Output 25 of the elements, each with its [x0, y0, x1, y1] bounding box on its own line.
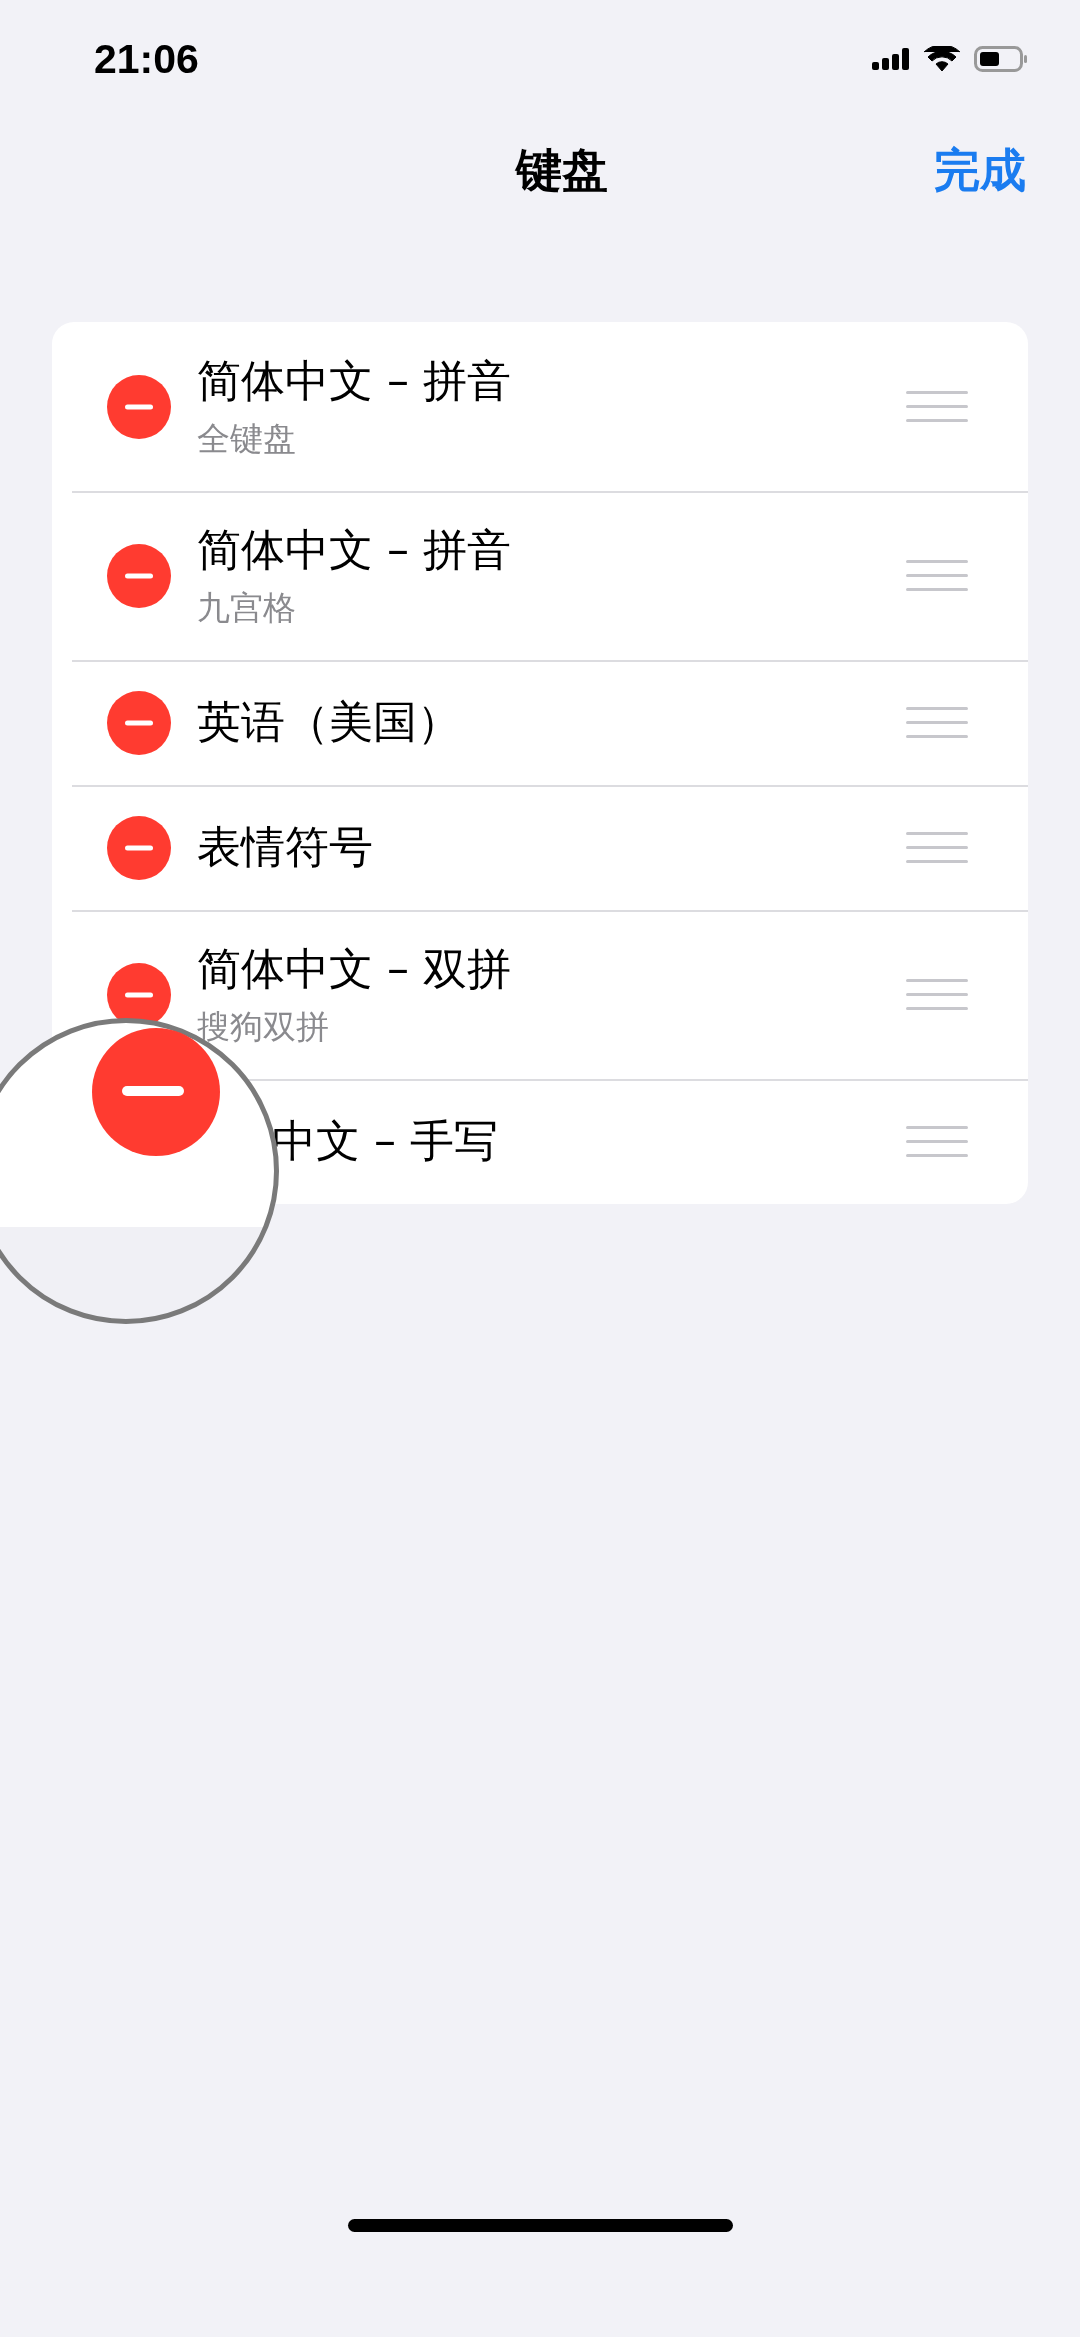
keyboard-layout: 全键盘 [197, 417, 297, 460]
keyboard-name: 英语（美国） [197, 695, 462, 749]
keyboard-layout: 搜狗双拼 [197, 1005, 330, 1048]
signal-icon [872, 48, 910, 70]
keyboard-name: 简体中文 – 拼音 [197, 522, 512, 577]
status-time: 21:06 [94, 35, 199, 83]
delete-icon[interactable] [107, 374, 171, 439]
drag-handle-icon[interactable] [906, 831, 968, 864]
delete-icon[interactable] [107, 815, 171, 880]
drag-handle-icon[interactable] [906, 978, 968, 1011]
keyboard-name: 简体中文 – 拼音 [197, 353, 512, 408]
drag-handle-icon[interactable] [906, 1125, 968, 1158]
keyboard-layout: 九宫格 [197, 586, 297, 629]
delete-icon[interactable] [107, 543, 171, 608]
drag-handle-icon[interactable] [906, 390, 968, 423]
keyboard-name: 中文 – 手写 [271, 1114, 499, 1168]
keyboard-name: 表情符号 [197, 820, 374, 874]
delete-icon[interactable] [107, 690, 171, 755]
wifi-icon [924, 46, 960, 72]
nav-title: 键盘 [516, 142, 608, 199]
done-button[interactable]: 完成 [934, 140, 1026, 202]
keyboard-name: 简体中文 – 双拼 [197, 941, 512, 996]
battery-icon [974, 46, 1028, 72]
drag-handle-icon[interactable] [906, 559, 968, 592]
drag-handle-icon[interactable] [906, 706, 968, 739]
